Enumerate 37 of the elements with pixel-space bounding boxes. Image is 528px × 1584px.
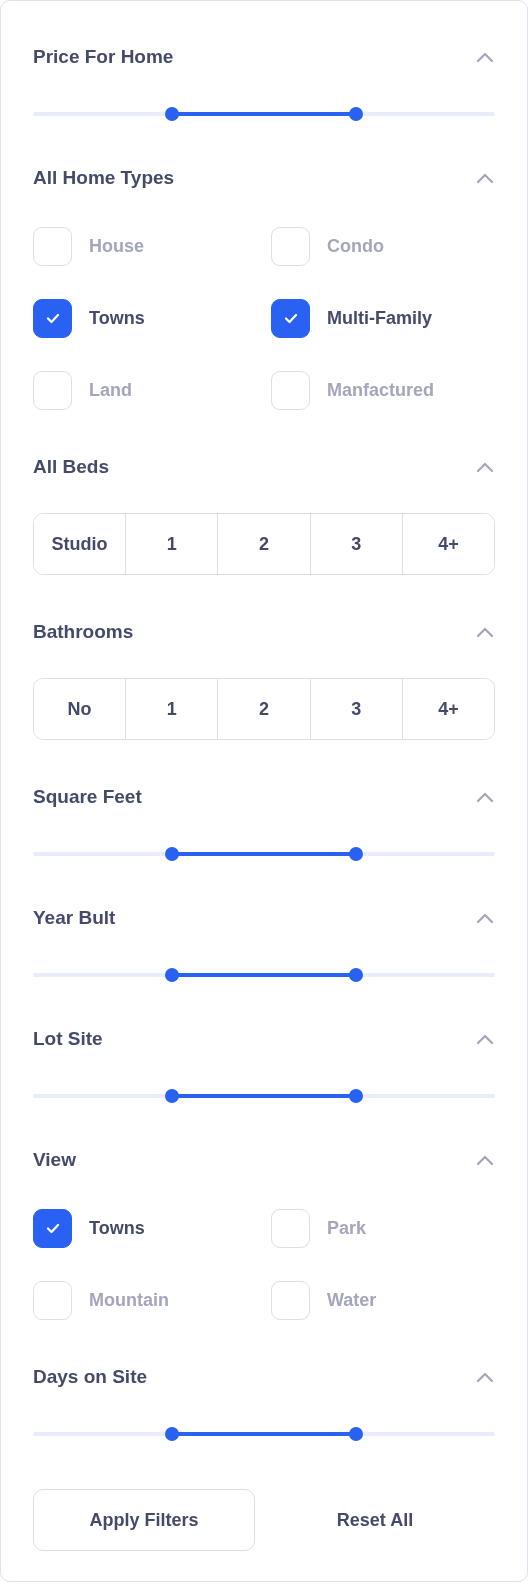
slider-handle[interactable] xyxy=(349,968,364,982)
section-title: Bathrooms xyxy=(33,621,134,643)
range-slider[interactable] xyxy=(33,107,495,121)
section-title: All Beds xyxy=(33,456,110,478)
slider-handle[interactable] xyxy=(349,1427,364,1441)
apply-filters-button[interactable]: Apply Filters xyxy=(33,1489,255,1551)
option-button[interactable]: 4+ xyxy=(401,679,494,739)
slider-handle[interactable] xyxy=(164,847,179,861)
section-title: Days on Site xyxy=(33,1366,148,1388)
slider-handle[interactable] xyxy=(349,1089,364,1103)
section-title: All Home Types xyxy=(33,167,175,189)
checkbox-label[interactable]: Multi-Family xyxy=(327,307,432,329)
slider-handle[interactable] xyxy=(164,107,179,121)
checkbox[interactable] xyxy=(33,298,72,338)
slider-handle[interactable] xyxy=(164,1089,179,1103)
reset-all-button[interactable]: Reset All xyxy=(255,1489,495,1551)
checkbox[interactable] xyxy=(271,298,310,338)
section-title: Lot Site xyxy=(33,1028,103,1050)
slider-handle[interactable] xyxy=(164,1427,179,1441)
range-slider[interactable] xyxy=(33,1089,495,1103)
checkmark-icon xyxy=(283,312,298,324)
slider-handle[interactable] xyxy=(164,968,179,982)
range-slider[interactable] xyxy=(33,847,495,861)
checkmark-icon xyxy=(45,1222,60,1234)
slider-handle[interactable] xyxy=(349,847,364,861)
section-title: Year Bult xyxy=(33,907,116,929)
range-slider[interactable] xyxy=(33,1427,495,1441)
section-title: View xyxy=(33,1149,76,1171)
section-title: Price For Home xyxy=(33,46,174,68)
section-title: Square Feet xyxy=(33,786,142,808)
range-slider[interactable] xyxy=(33,968,495,982)
checkbox-label[interactable]: Towns xyxy=(89,1217,145,1239)
checkmark-icon xyxy=(45,312,60,324)
checkbox-label[interactable]: Towns xyxy=(89,307,145,329)
slider-handle[interactable] xyxy=(349,107,364,121)
checkbox[interactable] xyxy=(33,1208,72,1248)
option-button[interactable]: 4+ xyxy=(401,514,494,574)
